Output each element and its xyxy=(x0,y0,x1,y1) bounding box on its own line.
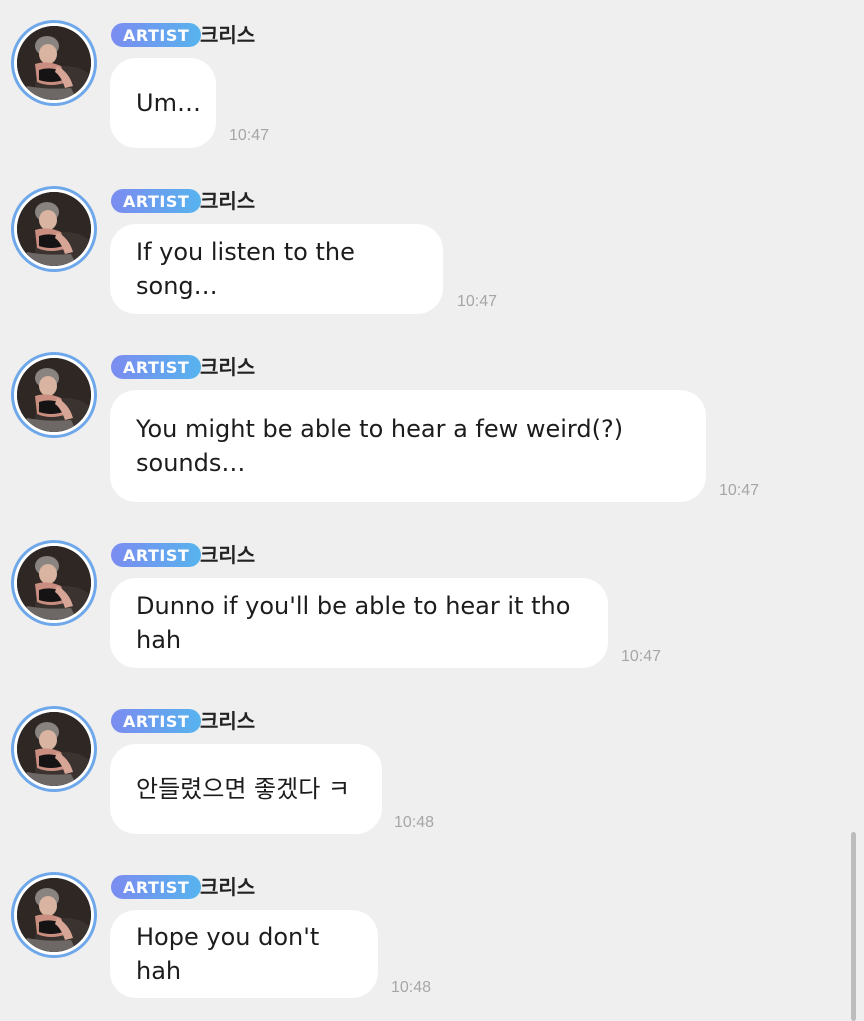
message-time: 10:47 xyxy=(457,293,498,310)
message-bubble[interactable]: Um… xyxy=(110,58,216,148)
sender-name: 크리스 xyxy=(200,543,256,567)
avatar-photo xyxy=(17,878,91,952)
message-bubble[interactable]: You might be able to hear a few weird(?)… xyxy=(110,390,706,502)
artist-avatar[interactable] xyxy=(11,186,97,272)
avatar-portrait-graphic xyxy=(17,546,91,620)
chat-message-list[interactable]: ARTIST 크리스 Um… 10:47 ARTIST 크리스 If you l… xyxy=(0,0,864,1021)
avatar-portrait-graphic xyxy=(17,26,91,100)
artist-avatar[interactable] xyxy=(11,706,97,792)
artist-badge: ARTIST xyxy=(111,189,202,213)
message-text: 안들렸으면 좋겠다 ㅋ xyxy=(136,775,350,803)
message-time: 10:47 xyxy=(621,648,662,665)
avatar-portrait-graphic xyxy=(17,358,91,432)
message-text: Dunno if you'll be able to hear it tho h… xyxy=(136,592,571,654)
message-time: 10:47 xyxy=(719,482,760,499)
avatar-photo xyxy=(17,358,91,432)
avatar-photo xyxy=(17,546,91,620)
message-time: 10:48 xyxy=(391,979,432,996)
avatar-photo xyxy=(17,712,91,786)
message-bubble[interactable]: If you listen to the song… xyxy=(110,224,443,314)
sender-name: 크리스 xyxy=(200,709,256,733)
artist-avatar[interactable] xyxy=(11,20,97,106)
artist-avatar[interactable] xyxy=(11,872,97,958)
scrollbar[interactable] xyxy=(851,832,856,1021)
sender-name: 크리스 xyxy=(200,355,256,379)
message-text: Um… xyxy=(136,89,201,117)
message-bubble[interactable]: Dunno if you'll be able to hear it tho h… xyxy=(110,578,608,668)
artist-badge: ARTIST xyxy=(111,543,202,567)
message-text: You might be able to hear a few weird(?)… xyxy=(136,415,624,477)
artist-avatar[interactable] xyxy=(11,540,97,626)
artist-badge: ARTIST xyxy=(111,875,202,899)
avatar-photo xyxy=(17,192,91,266)
artist-badge: ARTIST xyxy=(111,23,202,47)
artist-avatar[interactable] xyxy=(11,352,97,438)
avatar-portrait-graphic xyxy=(17,192,91,266)
message-time: 10:48 xyxy=(394,814,435,831)
avatar-photo xyxy=(17,26,91,100)
artist-badge: ARTIST xyxy=(111,709,202,733)
avatar-portrait-graphic xyxy=(17,712,91,786)
message-text: If you listen to the song… xyxy=(136,238,355,300)
artist-badge: ARTIST xyxy=(111,355,202,379)
avatar-portrait-graphic xyxy=(17,878,91,952)
sender-name: 크리스 xyxy=(200,23,256,47)
message-time: 10:47 xyxy=(229,127,270,144)
sender-name: 크리스 xyxy=(200,875,256,899)
message-text: Hope you don't hah xyxy=(136,923,320,985)
message-bubble[interactable]: Hope you don't hah xyxy=(110,910,378,998)
message-bubble[interactable]: 안들렸으면 좋겠다 ㅋ xyxy=(110,744,382,834)
sender-name: 크리스 xyxy=(200,189,256,213)
